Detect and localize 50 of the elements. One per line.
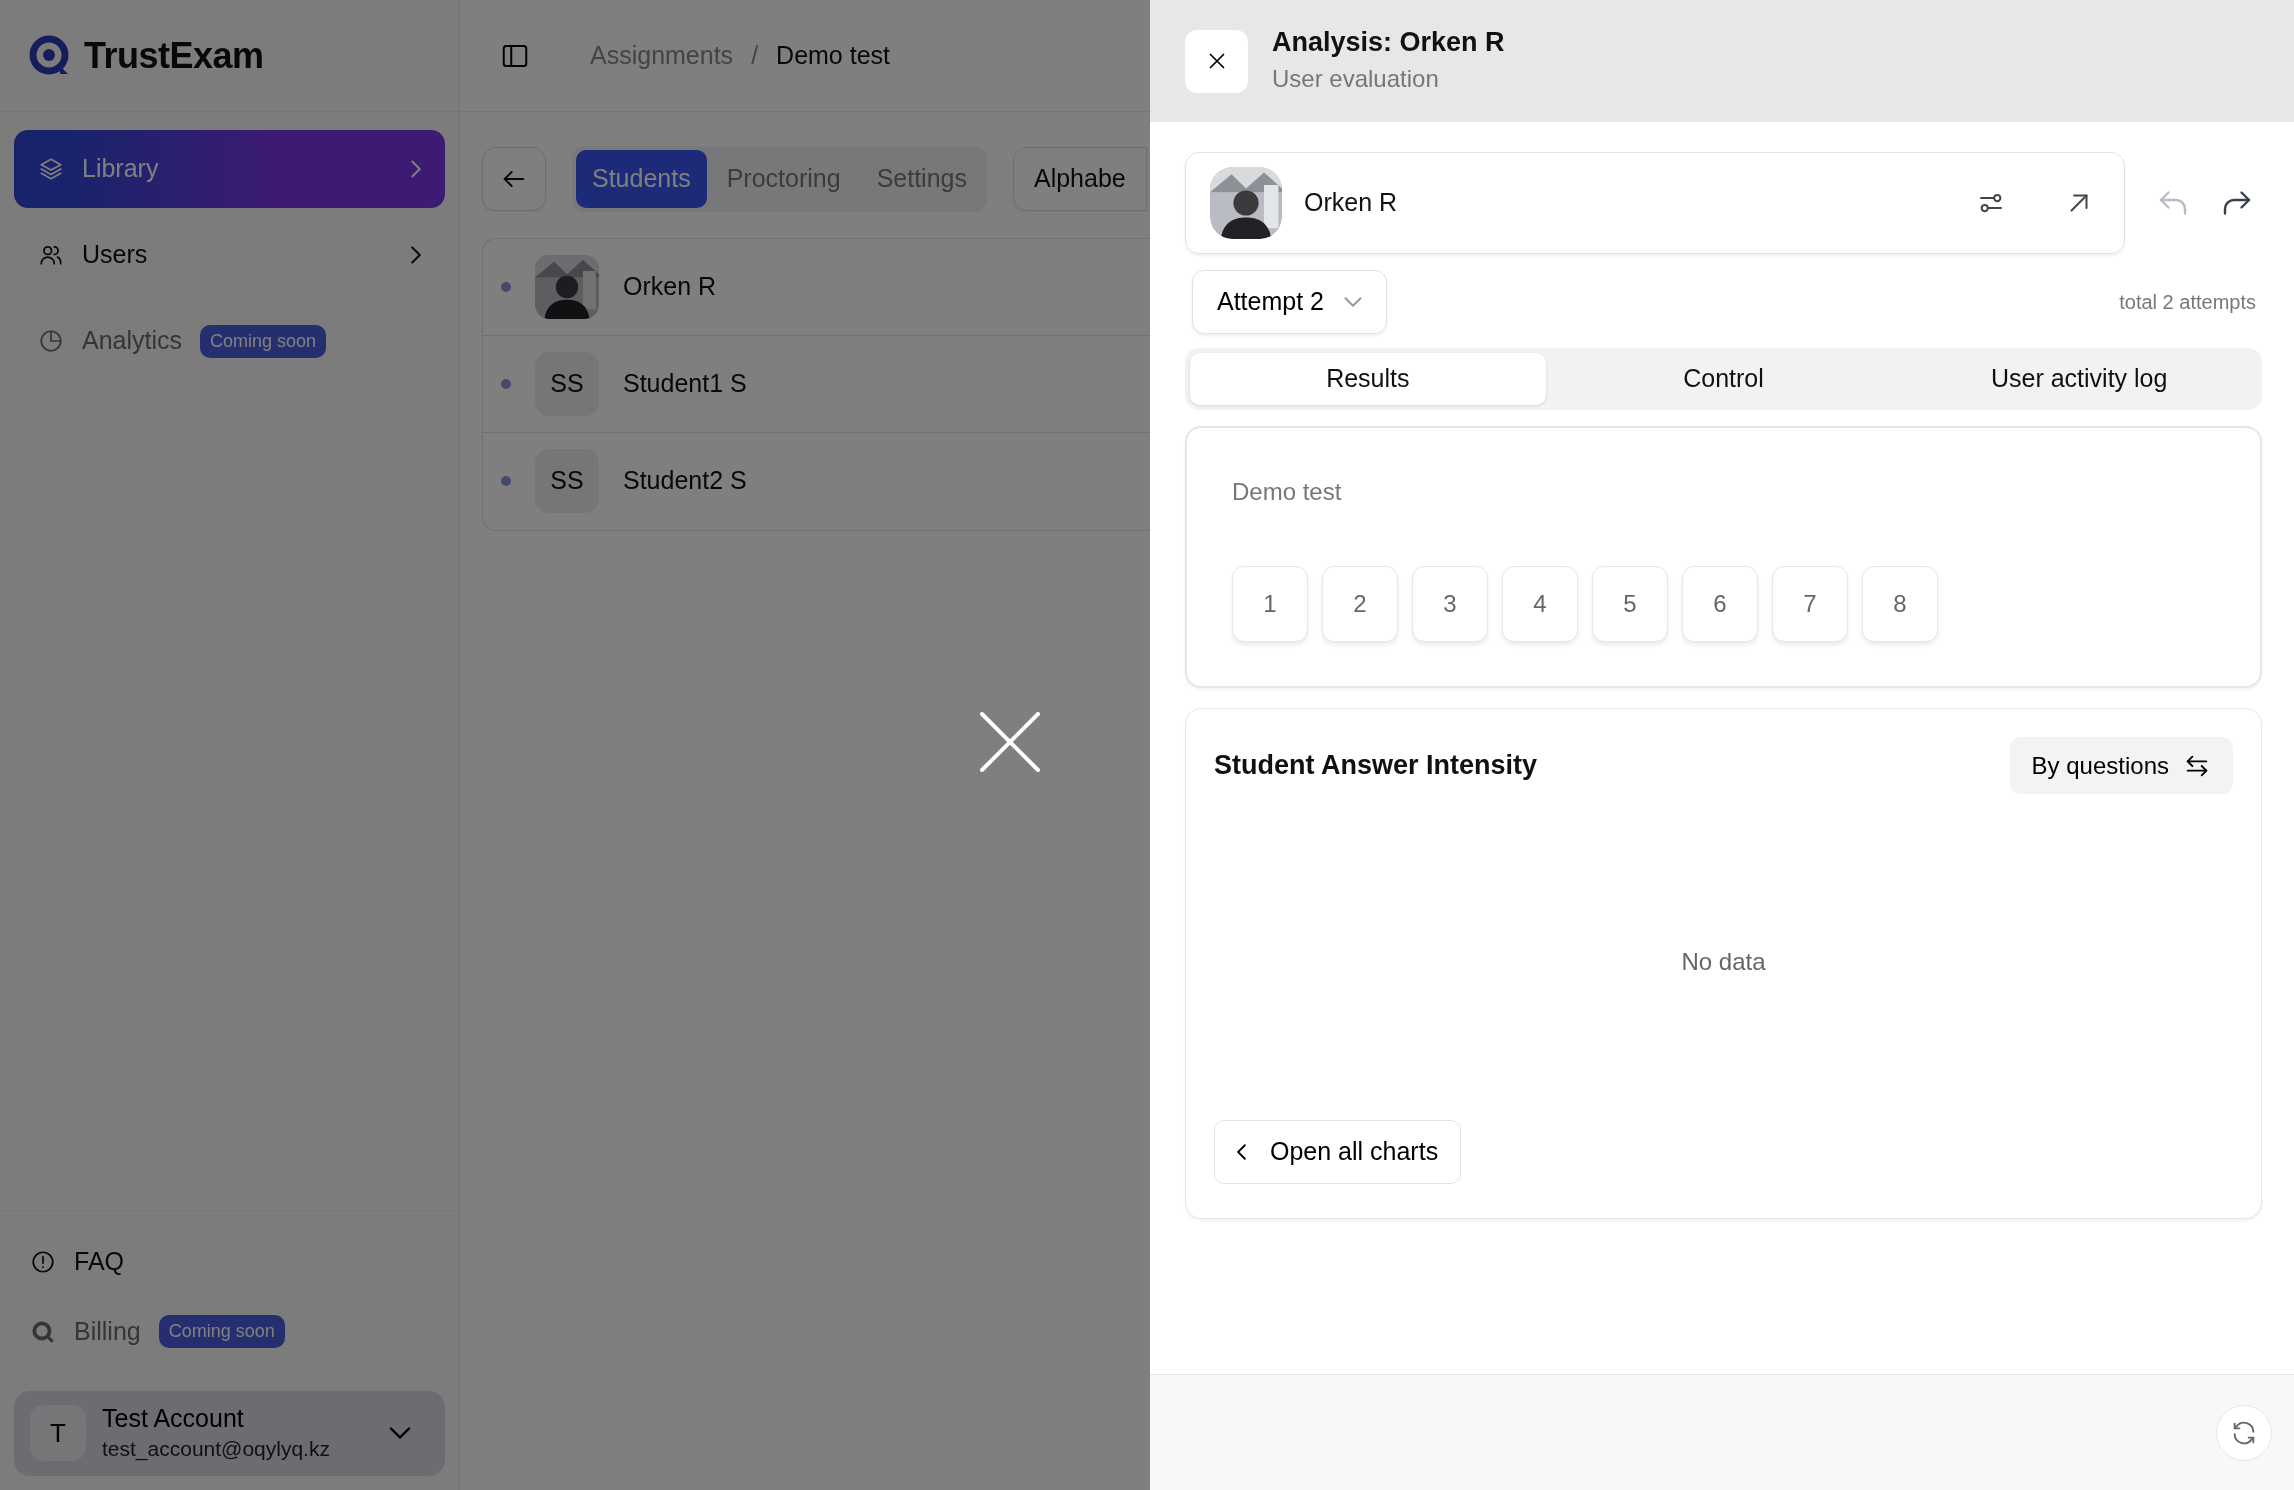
user-name: Orken R bbox=[1304, 187, 1399, 219]
tab[interactable]: Control bbox=[1545, 353, 1902, 405]
chart-title: Student Answer Intensity bbox=[1214, 749, 1538, 783]
chevron-down-icon bbox=[1344, 297, 1362, 307]
attempt-dropdown[interactable]: Attempt 2 bbox=[1192, 270, 1387, 334]
empty-message: No data bbox=[1680, 947, 1767, 977]
avatar: SS bbox=[535, 351, 599, 416]
status-dot bbox=[501, 281, 511, 292]
coming-soon-tag: Coming soon bbox=[158, 1315, 285, 1348]
question-button[interactable]: 2 bbox=[1322, 566, 1398, 642]
breadcrumb-separator: / bbox=[751, 39, 759, 71]
drawer-subtitle: User evaluation bbox=[1272, 63, 1440, 94]
question-button[interactable]: 7 bbox=[1772, 566, 1848, 642]
sidebar-item[interactable]: Users bbox=[14, 216, 445, 294]
alert-icon bbox=[30, 1248, 56, 1275]
close-icon[interactable] bbox=[980, 712, 1040, 772]
by-questions-button[interactable]: By questions bbox=[2009, 737, 2233, 794]
sort-button[interactable]: Alphabe bbox=[1013, 146, 1147, 211]
student-name[interactable]: Orken R bbox=[623, 267, 717, 306]
account-menu[interactable]: T Test Account test_account@oqylyq.kz bbox=[14, 1390, 445, 1476]
sidebar-item[interactable]: Library bbox=[14, 130, 445, 208]
avatar: SS bbox=[535, 449, 599, 513]
tab[interactable]: Students bbox=[576, 150, 707, 208]
tab[interactable]: User activity log bbox=[1901, 353, 2257, 405]
status-dot bbox=[501, 378, 511, 389]
test-title: Demo test bbox=[1231, 477, 1343, 507]
tab[interactable]: Results bbox=[1190, 353, 1546, 405]
open-all-charts-button[interactable]: Open all charts bbox=[1214, 1120, 1462, 1184]
question-button[interactable]: 8 bbox=[1862, 566, 1938, 642]
status-dot bbox=[501, 476, 511, 486]
pie-chart-icon bbox=[38, 328, 64, 354]
account-email: test_account@oqylyq.kz bbox=[102, 1435, 330, 1463]
drawer-title: Analysis: Orken R bbox=[1272, 26, 1505, 60]
question-button[interactable]: 4 bbox=[1502, 566, 1578, 642]
account-name: Test Account bbox=[102, 1402, 245, 1433]
layers-icon bbox=[38, 156, 64, 182]
attempts-count: total 2 attempts bbox=[2119, 290, 2256, 315]
question-button[interactable]: 5 bbox=[1592, 566, 1668, 642]
logo-text: TrustExam bbox=[84, 33, 264, 78]
question-button[interactable]: 6 bbox=[1682, 566, 1758, 642]
student-name[interactable]: Student2 S bbox=[623, 462, 747, 500]
chevron-down-icon bbox=[389, 1427, 411, 1440]
avatar: T bbox=[30, 1405, 86, 1462]
question-button[interactable]: 1 bbox=[1232, 566, 1308, 642]
breadcrumb-current: Demo test bbox=[776, 39, 890, 71]
chevron-left-icon bbox=[1237, 1143, 1246, 1161]
student-name[interactable]: Student1 S bbox=[623, 364, 747, 403]
sidebar-item[interactable]: FAQ bbox=[14, 1230, 445, 1293]
question-button[interactable]: 3 bbox=[1412, 566, 1488, 642]
coming-soon-tag: Coming soon bbox=[200, 324, 327, 358]
